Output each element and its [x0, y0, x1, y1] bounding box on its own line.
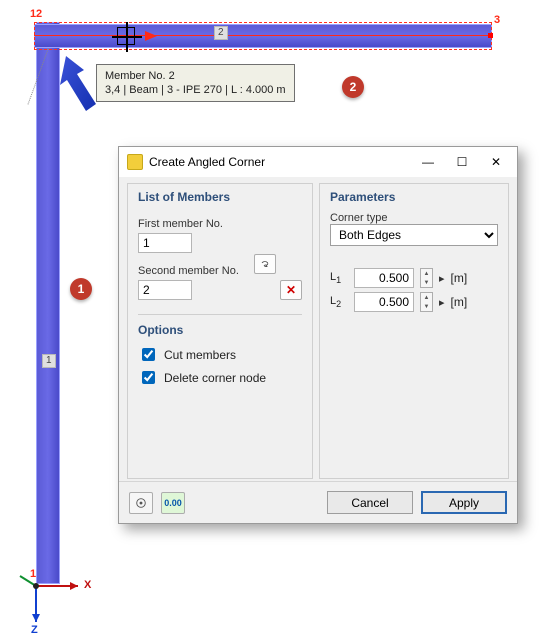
options-group: Options Cut members Delete corner node — [138, 314, 302, 470]
members-panel: List of Members First member No. Second … — [127, 183, 313, 479]
l2-field[interactable] — [354, 292, 414, 312]
clear-member-button[interactable]: ✕ — [280, 280, 302, 300]
axis-gizmo-icon — [14, 572, 94, 632]
l1-unit: [m] — [451, 271, 468, 285]
member-vertical[interactable] — [36, 22, 60, 584]
l1-label: L1 — [330, 271, 348, 285]
apply-button[interactable]: Apply — [421, 491, 507, 514]
second-member-label: Second member No. — [138, 265, 302, 277]
dialog-title-text: Create Angled Corner — [149, 155, 411, 169]
axis-label-z: Z — [31, 624, 38, 636]
l1-field[interactable] — [354, 268, 414, 288]
member-axis-line — [34, 35, 492, 36]
annotation-callout: 2 — [342, 76, 364, 98]
axis-label-x: X — [84, 579, 91, 591]
options-group-title: Options — [138, 323, 302, 337]
help-button[interactable] — [129, 492, 153, 514]
parameters-panel: Parameters Corner type Both Edges L1 ▲▼ … — [319, 183, 509, 479]
tooltip-detail: 3,4 | Beam | 3 - IPE 270 | L : 4.000 m — [105, 83, 286, 97]
first-member-label: First member No. — [138, 218, 302, 230]
maximize-button[interactable]: ☐ — [445, 150, 479, 174]
member-direction-arrow-icon — [145, 31, 157, 41]
unit-arrow-icon[interactable]: ▸ — [439, 296, 445, 309]
parameters-group-title: Parameters — [330, 190, 498, 204]
node-label: 2 — [36, 8, 42, 20]
dialog-footer: 0.00 Cancel Apply — [119, 481, 517, 523]
corner-type-select[interactable]: Both Edges — [330, 224, 498, 246]
close-button[interactable]: ✕ — [479, 150, 513, 174]
delete-corner-node-checkbox-row[interactable]: Delete corner node — [138, 368, 302, 387]
cut-members-label: Cut members — [164, 348, 236, 362]
pick-member-button[interactable] — [254, 254, 276, 274]
create-angled-corner-dialog: Create Angled Corner — ☐ ✕ List of Membe… — [118, 146, 518, 524]
l2-spinner[interactable]: ▲▼ — [420, 292, 433, 312]
l1-spinner[interactable]: ▲▼ — [420, 268, 433, 288]
spin-down-icon[interactable]: ▼ — [421, 278, 432, 287]
member-tooltip: Member No. 2 3,4 | Beam | 3 - IPE 270 | … — [96, 64, 295, 102]
l2-label: L2 — [330, 295, 348, 309]
l2-row: L2 ▲▼ ▸ [m] — [330, 292, 498, 312]
unit-arrow-icon[interactable]: ▸ — [439, 272, 445, 285]
minimize-button[interactable]: — — [411, 150, 445, 174]
corner-type-label: Corner type — [330, 212, 498, 224]
node-label: 3 — [494, 14, 500, 26]
delete-corner-node-label: Delete corner node — [164, 371, 266, 385]
cut-members-checkbox-row[interactable]: Cut members — [138, 345, 302, 364]
help-icon — [136, 496, 146, 510]
annotation-callout: 1 — [70, 278, 92, 300]
tooltip-title: Member No. 2 — [105, 69, 286, 83]
spin-up-icon[interactable]: ▲ — [421, 269, 432, 278]
spin-down-icon[interactable]: ▼ — [421, 302, 432, 311]
first-member-field[interactable] — [138, 233, 192, 253]
cancel-button[interactable]: Cancel — [327, 491, 413, 514]
cut-members-checkbox[interactable] — [142, 348, 155, 361]
member-tag: 1 — [42, 354, 56, 368]
node-marker — [488, 33, 493, 38]
spin-up-icon[interactable]: ▲ — [421, 293, 432, 302]
members-group-title: List of Members — [138, 190, 302, 204]
l2-unit: [m] — [451, 295, 468, 309]
units-button[interactable]: 0.00 — [161, 492, 185, 514]
pick-cursor-icon — [117, 27, 135, 45]
l1-row: L1 ▲▼ ▸ [m] — [330, 268, 498, 288]
pick-icon — [261, 257, 269, 271]
modeling-viewport[interactable]: 1 2 3 1 2 1 Member No. 2 3,4 | Beam | 3 … — [0, 0, 548, 638]
member-horizontal[interactable] — [34, 24, 492, 48]
dialog-icon — [127, 154, 143, 170]
member-tag: 2 — [214, 26, 228, 40]
dialog-body: List of Members First member No. Second … — [119, 177, 517, 481]
second-member-field[interactable] — [138, 280, 192, 300]
dialog-titlebar[interactable]: Create Angled Corner — ☐ ✕ — [119, 147, 517, 177]
delete-corner-node-checkbox[interactable] — [142, 371, 155, 384]
